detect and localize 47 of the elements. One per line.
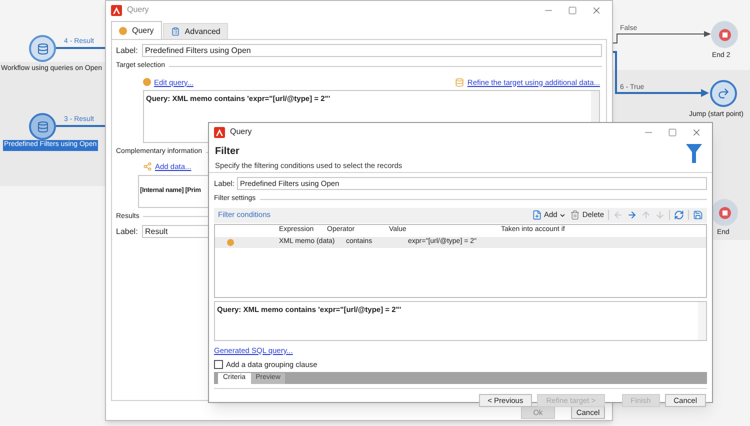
maximize-button[interactable] <box>568 6 577 14</box>
add-file-icon <box>532 210 542 220</box>
end-node[interactable] <box>711 21 738 48</box>
down-arrow-icon <box>655 210 665 220</box>
query-icon <box>143 78 151 86</box>
connector-line <box>56 125 106 127</box>
save-button[interactable] <box>693 210 703 220</box>
maximize-icon <box>668 128 677 136</box>
window-title: Query <box>230 126 253 138</box>
field-label: Label: <box>116 226 139 238</box>
close-button[interactable] <box>591 4 602 16</box>
query-node[interactable] <box>29 35 56 62</box>
trash-icon <box>570 210 580 220</box>
checkbox[interactable] <box>214 360 223 369</box>
database-icon <box>36 120 48 132</box>
up-arrow-icon <box>641 210 651 220</box>
database-icon <box>36 42 48 54</box>
close-icon <box>691 126 702 138</box>
database-icon <box>455 78 464 87</box>
curved-arrow-icon <box>717 87 730 100</box>
save-icon <box>693 210 703 220</box>
app-logo-icon <box>214 126 225 138</box>
clipboard-icon <box>170 27 180 36</box>
label-input[interactable]: Predefined Filters using Open <box>142 44 602 57</box>
funnel-icon <box>686 144 702 163</box>
window-title: Query <box>127 4 150 16</box>
query-icon <box>119 26 127 34</box>
stop-icon <box>718 28 732 42</box>
tab[interactable]: Query <box>111 21 162 39</box>
stop-icon <box>718 206 732 220</box>
app-logo-icon <box>111 4 122 16</box>
refresh-icon <box>674 210 684 220</box>
dialog-heading: Filter <box>215 145 240 159</box>
refresh-button[interactable] <box>674 210 684 220</box>
scrollbar[interactable] <box>698 302 706 340</box>
field-label: Label: <box>116 44 139 56</box>
tab[interactable]: Advanced <box>162 23 228 39</box>
close-icon <box>591 4 602 16</box>
close-button[interactable] <box>691 126 702 138</box>
right-arrow-icon <box>627 210 637 220</box>
share-nodes-icon <box>143 162 152 172</box>
connector-line <box>56 47 106 49</box>
left-arrow-icon <box>613 210 623 220</box>
maximize-icon <box>568 6 577 14</box>
caret-icon <box>559 212 566 218</box>
maximize-button[interactable] <box>668 128 677 136</box>
right-button[interactable] <box>627 210 637 220</box>
